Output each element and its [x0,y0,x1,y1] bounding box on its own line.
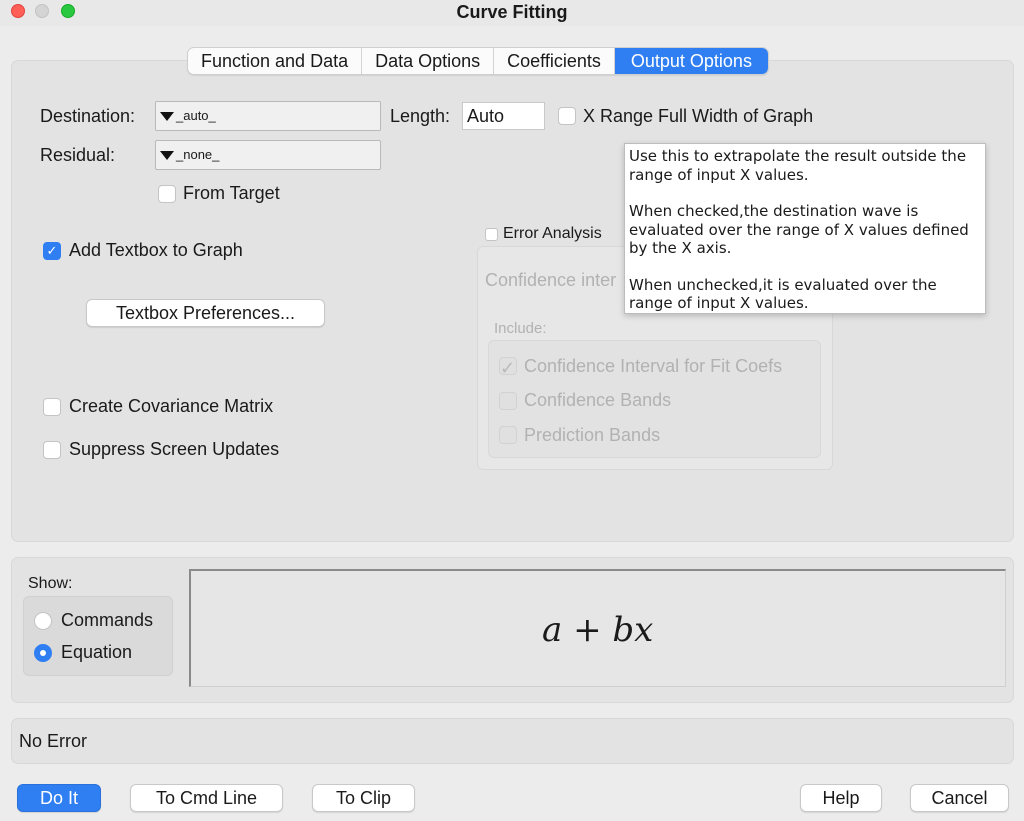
confidence-bands-checkbox[interactable] [499,392,517,410]
tab-output-options[interactable]: Output Options [614,48,768,74]
status-bar [11,718,1014,764]
confidence-coefs-checkbox[interactable]: ✓ [499,357,517,378]
add-textbox-checkbox[interactable]: ✓ [43,242,61,260]
tab-coefficients[interactable]: Coefficients [494,48,615,74]
textbox-preferences-button[interactable]: Textbox Preferences... [86,299,325,327]
confidence-interval-label: Confidence inter [485,270,617,290]
popup-arrow-icon [160,112,174,121]
destination-value: _auto_ [176,108,216,123]
from-target-label: From Target [183,183,280,203]
destination-label: Destination: [40,106,136,126]
tab-data-options[interactable]: Data Options [362,48,495,74]
length-label: Length: [390,106,451,126]
x-range-tooltip: Use this to extrapolate the result outsi… [624,143,986,314]
length-field[interactable]: Auto [462,102,545,130]
x-range-label: X Range Full Width of Graph [583,106,814,126]
include-label: Include: [494,320,547,337]
equation-label: Equation [61,642,133,662]
residual-popup[interactable]: _none_ [155,140,381,170]
covariance-label: Create Covariance Matrix [69,396,274,416]
tooltip-paragraph: Use this to extrapolate the result outsi… [629,147,967,184]
residual-value: _none_ [176,147,220,162]
show-label: Show: [28,575,73,592]
confidence-bands-label: Confidence Bands [524,390,672,410]
from-target-checkbox[interactable] [158,185,176,203]
x-range-checkbox[interactable] [558,107,576,125]
error-analysis-label: Error Analysis [503,225,602,242]
tooltip-paragraph: When checked,the destination wave is eva… [629,202,969,257]
tab-function-and-data[interactable]: Function and Data [188,48,363,74]
commands-radio[interactable] [34,612,52,630]
to-clip-button[interactable]: To Clip [312,784,415,812]
show-radio-group [23,596,173,676]
equation-text: a + bx [542,610,654,650]
destination-popup[interactable]: _auto_ [155,101,381,131]
suppress-updates-checkbox[interactable] [43,441,61,459]
add-textbox-label: Add Textbox to Graph [69,240,243,260]
tooltip-paragraph: When unchecked,it is evaluated over the … [629,275,937,313]
tab-bar: Function and Data Data Options Coefficie… [187,47,769,75]
popup-arrow-icon [160,151,174,160]
suppress-updates-label: Suppress Screen Updates [69,439,280,459]
help-button[interactable]: Help [800,784,882,812]
do-it-button[interactable]: Do It [17,784,101,812]
confidence-coefs-label: Confidence Interval for Fit Coefs [524,356,783,376]
commands-label: Commands [61,610,154,630]
residual-label: Residual: [40,145,116,165]
equation-radio[interactable] [34,644,52,662]
to-cmd-line-button[interactable]: To Cmd Line [130,784,283,812]
window-title: Curve Fitting [456,2,568,22]
prediction-bands-checkbox[interactable] [499,426,517,444]
prediction-bands-label: Prediction Bands [524,425,661,445]
error-analysis-checkbox[interactable] [485,228,498,241]
status-message: No Error [19,731,88,751]
covariance-checkbox[interactable] [43,398,61,416]
cancel-button[interactable]: Cancel [910,784,1009,812]
